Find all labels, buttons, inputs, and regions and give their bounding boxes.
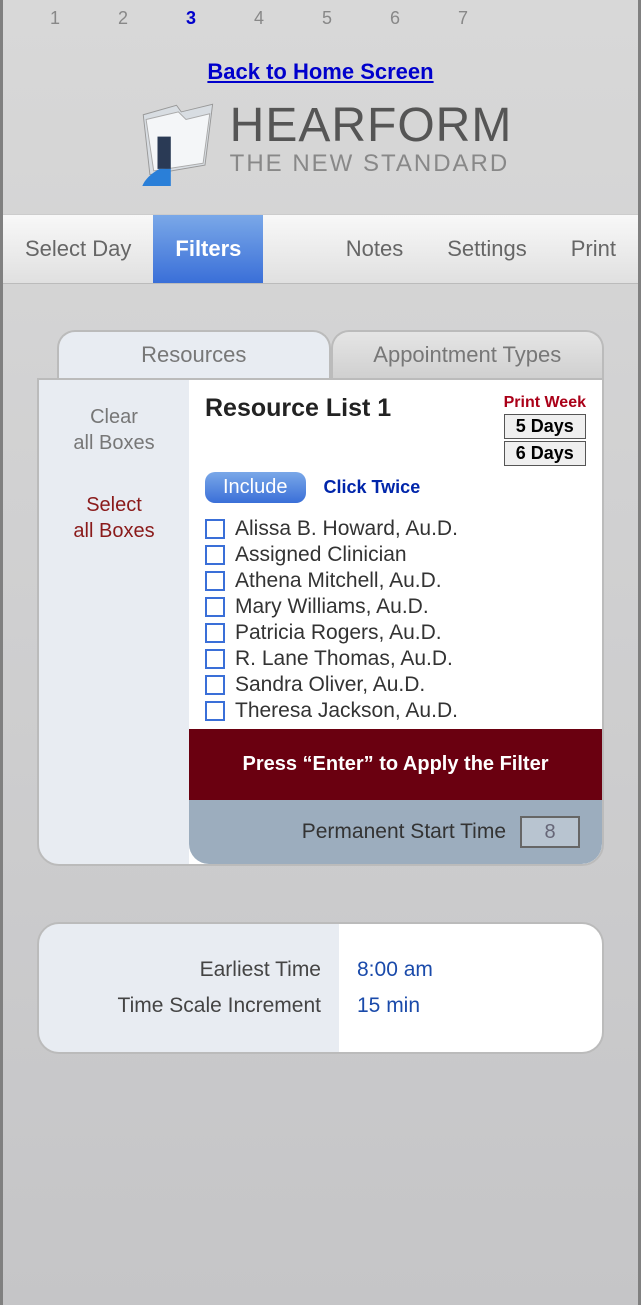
brand-tagline: THE NEW STANDARD — [230, 152, 513, 176]
resource-checkbox[interactable] — [205, 675, 225, 695]
time-scale-increment-value[interactable]: 15 min — [357, 994, 584, 1018]
resource-list: Alissa B. Howard, Au.D.Assigned Clinicia… — [189, 513, 602, 729]
resource-checkbox[interactable] — [205, 597, 225, 617]
side-column: Clear all Boxes Select all Boxes — [39, 380, 189, 864]
resource-name: R. Lane Thomas, Au.D. — [235, 647, 453, 671]
permanent-start-time-label: Permanent Start Time — [302, 820, 506, 844]
resource-item: Mary Williams, Au.D. — [205, 595, 586, 619]
tab-notes[interactable]: Notes — [324, 215, 425, 283]
brand-logo-area: HEARFORM THE NEW STANDARD — [3, 91, 638, 186]
resource-item: Alissa B. Howard, Au.D. — [205, 517, 586, 541]
resource-item: Athena Mitchell, Au.D. — [205, 569, 586, 593]
permanent-start-time-row: Permanent Start Time 8 — [189, 800, 602, 864]
page-number-2[interactable]: 2 — [113, 8, 133, 29]
main-tab-bar: Select DayFilters NotesSettingsPrint — [3, 214, 638, 284]
resource-checkbox[interactable] — [205, 701, 225, 721]
resource-name: Patricia Rogers, Au.D. — [235, 621, 442, 645]
brand-name: HEARFORM — [230, 102, 513, 150]
subtab-appointment-types[interactable]: Appointment Types — [331, 330, 605, 378]
resource-name: Assigned Clinician — [235, 543, 407, 567]
tab-print[interactable]: Print — [549, 215, 638, 283]
page-number-7[interactable]: 7 — [453, 8, 473, 29]
page-number-3[interactable]: 3 — [181, 8, 201, 29]
print-week-5days-button[interactable]: 5 Days — [504, 414, 586, 439]
resource-checkbox[interactable] — [205, 649, 225, 669]
earliest-time-label: Earliest Time — [57, 958, 321, 982]
select-all-boxes-button[interactable]: Select all Boxes — [47, 492, 181, 544]
resource-name: Alissa B. Howard, Au.D. — [235, 517, 458, 541]
resource-item: Theresa Jackson, Au.D. — [205, 699, 586, 723]
resource-item: Sandra Oliver, Au.D. — [205, 673, 586, 697]
permanent-start-time-input[interactable]: 8 — [520, 816, 580, 848]
resource-name: Mary Williams, Au.D. — [235, 595, 429, 619]
print-week-6days-button[interactable]: 6 Days — [504, 441, 586, 466]
print-week-label: Print Week — [504, 394, 586, 412]
folder-icon — [129, 91, 224, 186]
sub-tab-row: ResourcesAppointment Types — [57, 330, 604, 378]
page-number-5[interactable]: 5 — [317, 8, 337, 29]
resource-list-title: Resource List 1 — [205, 394, 504, 423]
page-number-1[interactable]: 1 — [45, 8, 65, 29]
subtab-resources[interactable]: Resources — [57, 330, 331, 378]
page-number-bar: 1 2 3 4 5 6 7 — [3, 0, 638, 29]
resource-checkbox[interactable] — [205, 545, 225, 565]
earliest-time-value[interactable]: 8:00 am — [357, 958, 584, 982]
tab-settings[interactable]: Settings — [425, 215, 549, 283]
clear-all-boxes-button[interactable]: Clear all Boxes — [47, 404, 181, 456]
page-number-6[interactable]: 6 — [385, 8, 405, 29]
resource-item: Patricia Rogers, Au.D. — [205, 621, 586, 645]
back-to-home-link[interactable]: Back to Home Screen — [207, 59, 433, 84]
resource-name: Sandra Oliver, Au.D. — [235, 673, 425, 697]
include-button[interactable]: Include — [205, 472, 306, 503]
tab-select-day[interactable]: Select Day — [3, 215, 153, 283]
click-twice-label: Click Twice — [324, 477, 421, 498]
resource-checkbox[interactable] — [205, 623, 225, 643]
resource-item: Assigned Clinician — [205, 543, 586, 567]
tab-filters[interactable]: Filters — [153, 215, 263, 283]
resource-name: Athena Mitchell, Au.D. — [235, 569, 442, 593]
apply-filter-banner: Press “Enter” to Apply the Filter — [189, 729, 602, 800]
time-scale-increment-label: Time Scale Increment — [57, 994, 321, 1018]
time-settings-panel: Earliest Time Time Scale Increment 8:00 … — [37, 922, 604, 1054]
resource-checkbox[interactable] — [205, 519, 225, 539]
resource-name: Theresa Jackson, Au.D. — [235, 699, 458, 723]
resource-item: R. Lane Thomas, Au.D. — [205, 647, 586, 671]
page-number-4[interactable]: 4 — [249, 8, 269, 29]
resource-checkbox[interactable] — [205, 571, 225, 591]
